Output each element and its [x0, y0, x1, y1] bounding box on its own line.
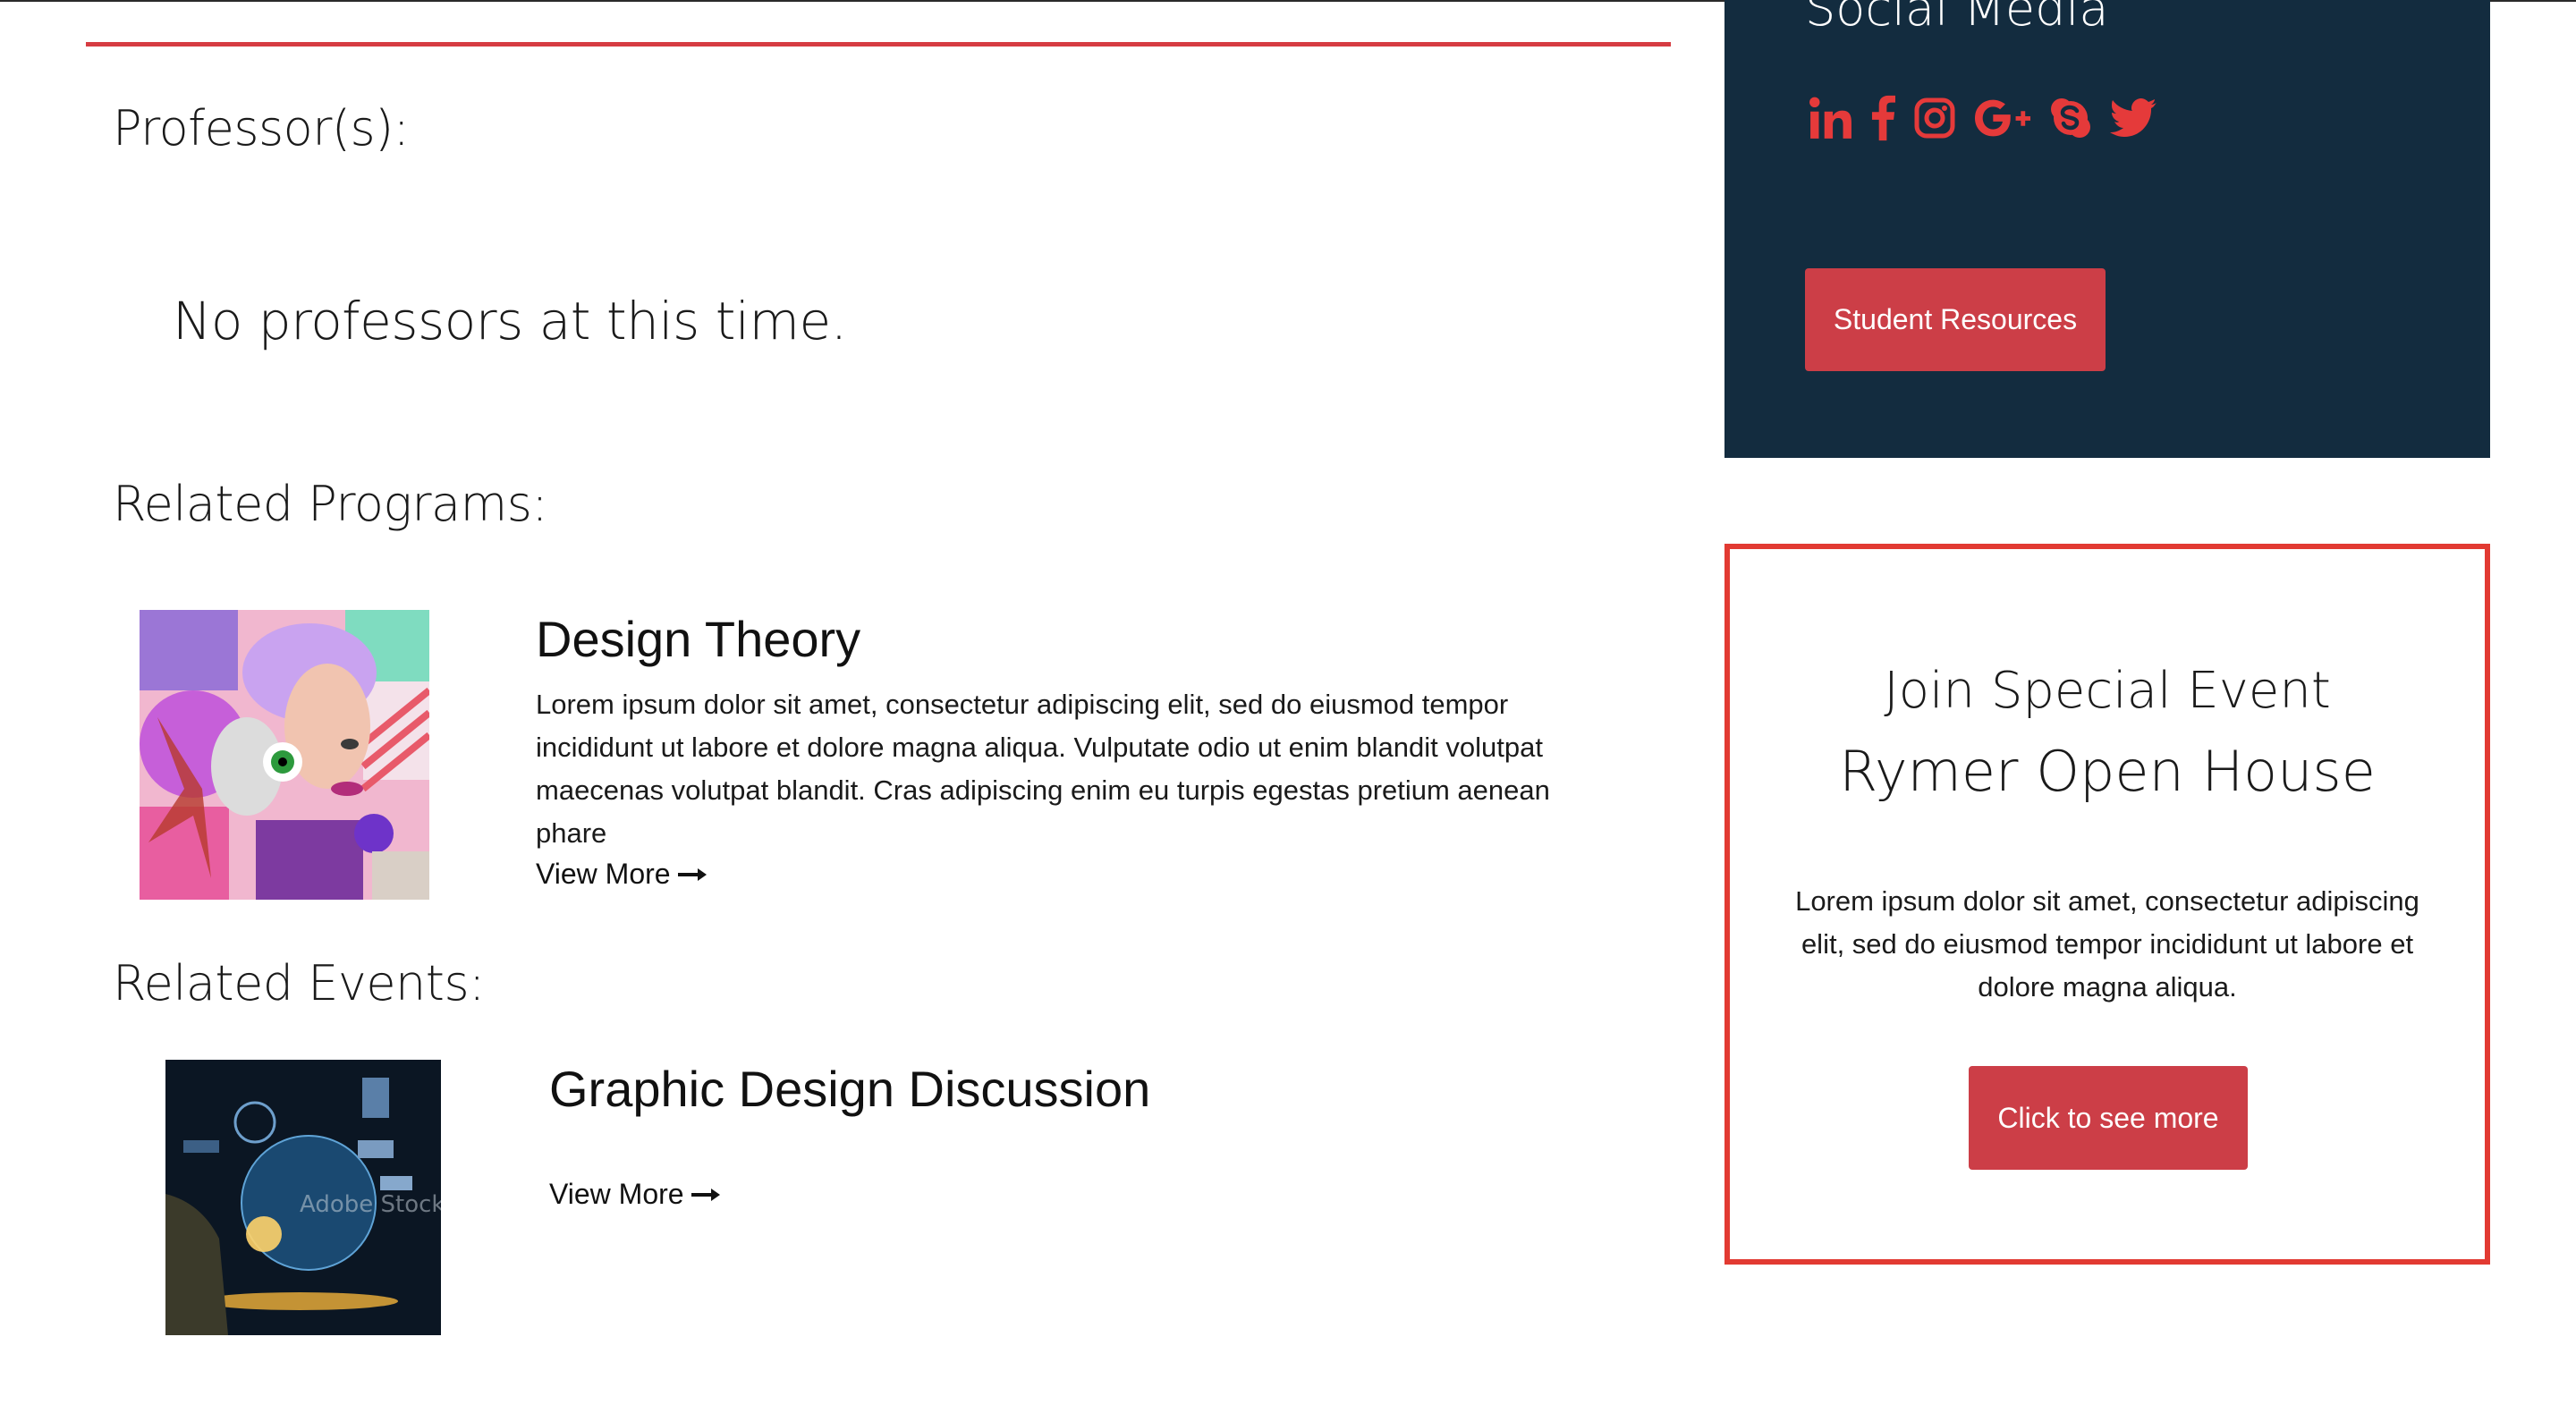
section-divider	[86, 42, 1671, 47]
program-thumbnail[interactable]	[140, 610, 429, 900]
special-event-description: Lorem ipsum dolor sit amet, consectetur …	[1795, 885, 2419, 1003]
google-plus-icon[interactable]	[1974, 93, 2031, 143]
event-title[interactable]: Graphic Design Discussion	[549, 1060, 1150, 1118]
special-event-heading: Join Special Event	[1884, 662, 2331, 720]
arrow-right-icon	[677, 867, 707, 881]
collage-portrait-image	[140, 610, 429, 900]
professors-heading: Professor(s):	[113, 100, 410, 157]
social-media-heading: Social Media	[1805, 0, 2109, 37]
related-programs-heading: Related Programs:	[113, 476, 548, 532]
event-view-more-link[interactable]: View More	[549, 1178, 720, 1211]
click-to-see-more-button[interactable]: Click to see more	[1969, 1066, 2248, 1170]
student-resources-button[interactable]: Student Resources	[1805, 268, 2106, 371]
facebook-icon[interactable]	[1871, 93, 1895, 143]
program-description: Lorem ipsum dolor sit amet, consectetur …	[536, 689, 1550, 849]
related-events-heading: Related Events:	[113, 955, 485, 1011]
twitter-icon[interactable]	[2110, 93, 2157, 143]
special-event-name: Rymer Open House	[1839, 739, 2376, 804]
instagram-icon[interactable]	[1913, 93, 1956, 143]
program-title[interactable]: Design Theory	[536, 610, 860, 668]
no-professors-message: No professors at this time.	[173, 291, 847, 351]
social-icons-row	[1809, 89, 2157, 147]
view-more-label: View More	[549, 1178, 684, 1210]
linkedin-icon[interactable]	[1809, 93, 1853, 143]
image-watermark: Adobe Stock	[300, 1191, 441, 1218]
digital-globe-image: Adobe Stock	[165, 1060, 441, 1335]
skype-icon[interactable]	[2049, 93, 2092, 143]
arrow-right-icon	[691, 1188, 720, 1201]
program-view-more-link[interactable]: View More	[536, 858, 707, 891]
social-media-panel	[1724, 0, 2490, 458]
view-more-label: View More	[536, 858, 671, 890]
event-thumbnail[interactable]: Adobe Stock	[165, 1060, 441, 1335]
